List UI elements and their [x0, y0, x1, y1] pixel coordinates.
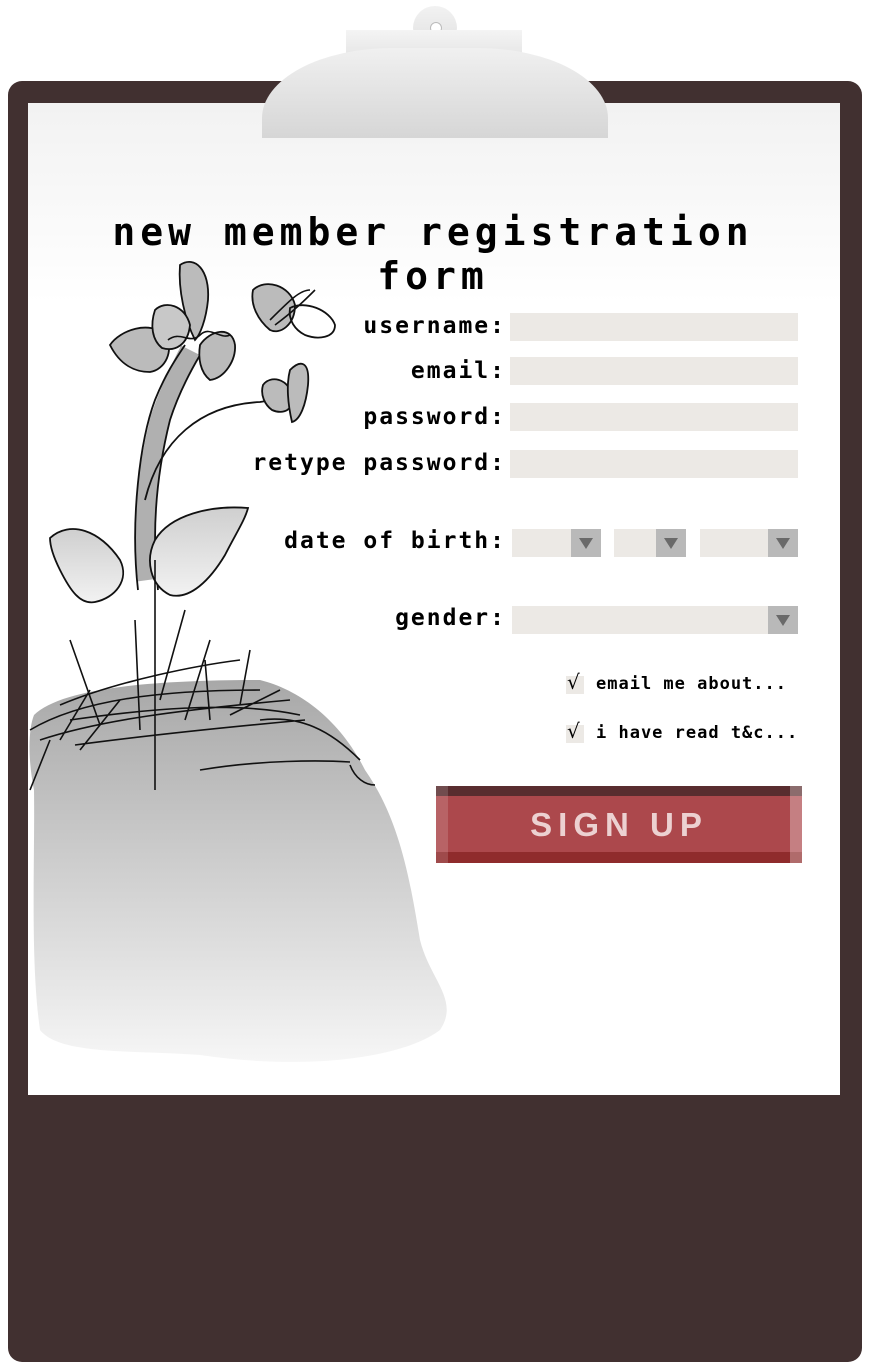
dob-day-select[interactable] [512, 529, 601, 557]
username-label: username: [363, 313, 506, 339]
terms-label: I have read T&C... [596, 723, 799, 743]
password-label: password: [363, 404, 506, 430]
sign-up-label: SIGN UP [530, 806, 708, 843]
button-top-edge [436, 786, 802, 796]
email-opt-in-label: email me about... [596, 674, 787, 694]
email-opt-in-checkbox[interactable]: √ [566, 670, 584, 694]
dropdown-arrow-icon[interactable] [571, 529, 601, 557]
password-input[interactable] [510, 403, 798, 431]
gender-select[interactable] [512, 606, 798, 634]
retype-password-label: retype password: [252, 450, 506, 476]
clip-body [262, 48, 608, 138]
email-label: email: [410, 358, 506, 384]
dob-label: date of birth: [284, 528, 506, 554]
sign-up-button[interactable]: SIGN UP [436, 786, 802, 863]
clipboard-clip-icon [262, 6, 608, 138]
dropdown-arrow-icon[interactable] [768, 606, 798, 634]
gender-label: gender: [395, 605, 506, 631]
dob-month-select[interactable] [614, 529, 686, 557]
checkmark-icon: √ [567, 670, 580, 694]
button-bottom-edge [436, 852, 802, 863]
dob-year-select[interactable] [700, 529, 798, 557]
username-input[interactable] [510, 313, 798, 341]
dropdown-arrow-icon[interactable] [768, 529, 798, 557]
checkmark-icon: √ [567, 719, 580, 743]
dropdown-arrow-icon[interactable] [656, 529, 686, 557]
terms-checkbox[interactable]: √ [566, 719, 584, 743]
email-input[interactable] [510, 357, 798, 385]
page-title: new member registration form [112, 210, 754, 298]
retype-password-input[interactable] [510, 450, 798, 478]
